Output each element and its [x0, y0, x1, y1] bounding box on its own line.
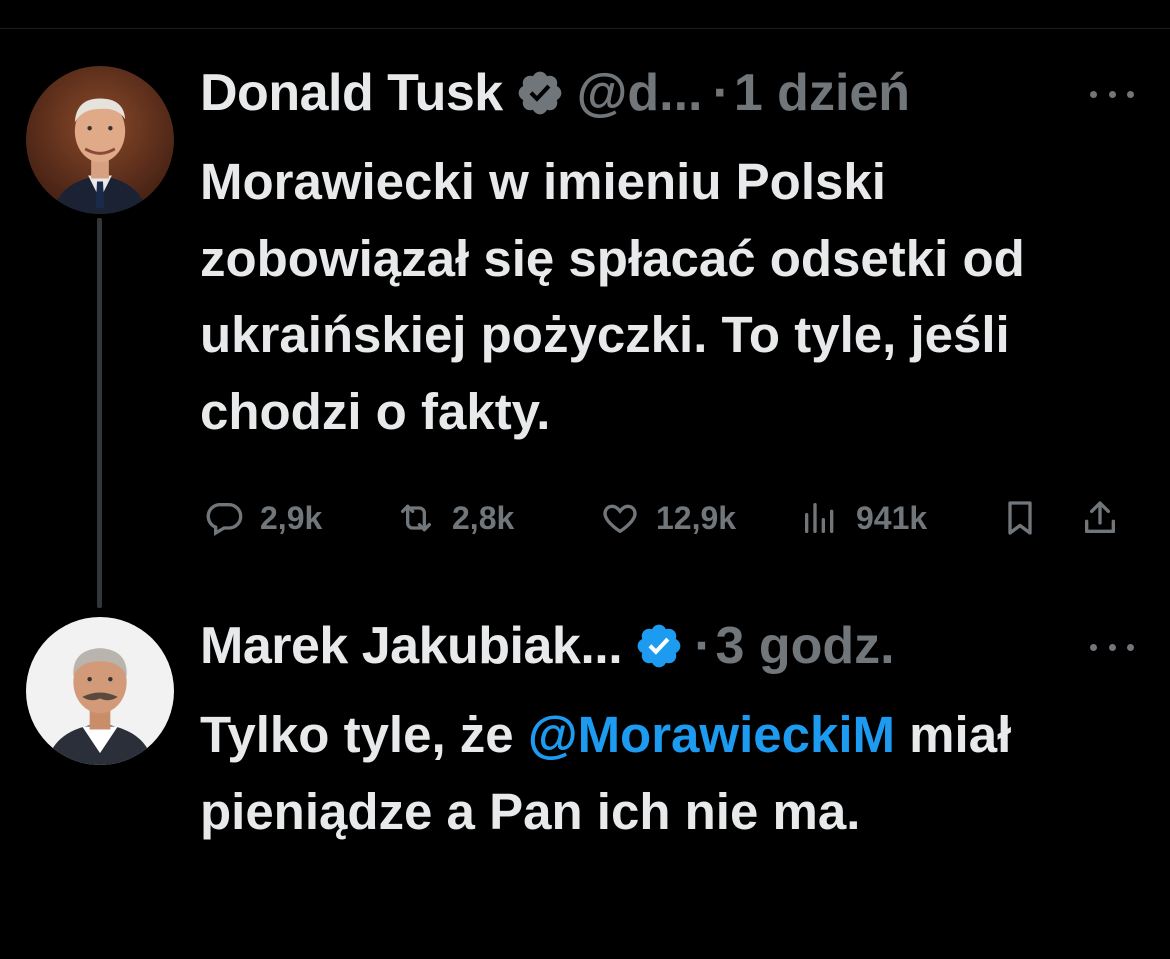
like-icon: [600, 498, 640, 538]
views-count: 941k: [856, 499, 928, 536]
tweet-1-header: Donald Tusk @d... · 1 dzień: [200, 58, 910, 128]
thread-connector-line: [97, 218, 102, 608]
tweet-timestamp[interactable]: 3 godz.: [716, 616, 895, 676]
share-button[interactable]: [1080, 490, 1120, 546]
like-count: 12,9k: [656, 499, 737, 536]
tweet-2-header: Marek Jakubiak... · 3 godz.: [200, 611, 895, 681]
more-icon[interactable]: [1090, 84, 1134, 104]
more-icon[interactable]: [1090, 637, 1134, 657]
reply-button[interactable]: 2,9k: [204, 490, 322, 546]
tweet-timestamp[interactable]: 1 dzień: [734, 63, 910, 123]
retweet-button[interactable]: 2,8k: [396, 490, 514, 546]
tweet-1-text: Morawiecki w imieniu Polski zobowiązał s…: [200, 153, 1025, 440]
tweet-text-segment: Tylko tyle, że: [200, 706, 528, 763]
avatar-photo-jakubiak: [26, 617, 174, 765]
author-name[interactable]: Marek Jakubiak...: [200, 616, 623, 676]
author-name[interactable]: Donald Tusk: [200, 63, 503, 123]
top-divider: [0, 28, 1170, 29]
retweet-count: 2,8k: [452, 499, 515, 536]
reply-icon: [204, 498, 244, 538]
retweet-icon: [396, 498, 436, 538]
verified-badge-icon: [515, 68, 565, 118]
avatar-donald-tusk[interactable]: [26, 66, 174, 214]
like-button[interactable]: 12,9k: [600, 490, 736, 546]
bookmark-button[interactable]: [1000, 490, 1040, 546]
bookmark-icon: [1000, 498, 1040, 538]
separator-dot: ·: [694, 617, 712, 675]
tweet-1-actions: 2,9k 2,8k 12,9k 941k: [200, 490, 1140, 546]
verified-badge-icon: [634, 621, 684, 671]
views-button[interactable]: 941k: [800, 490, 927, 546]
mention-link[interactable]: @MorawieckiM: [528, 706, 895, 763]
author-handle[interactable]: @d...: [577, 63, 703, 123]
separator-dot: ·: [712, 64, 730, 122]
tweet-2-text: Tylko tyle, że @MorawieckiM miał pieniąd…: [200, 697, 1150, 850]
reply-count: 2,9k: [260, 499, 323, 536]
share-icon: [1080, 498, 1120, 538]
avatar-photo-tusk: [26, 66, 174, 214]
views-icon: [800, 498, 840, 538]
avatar-marek-jakubiak[interactable]: [26, 617, 174, 765]
